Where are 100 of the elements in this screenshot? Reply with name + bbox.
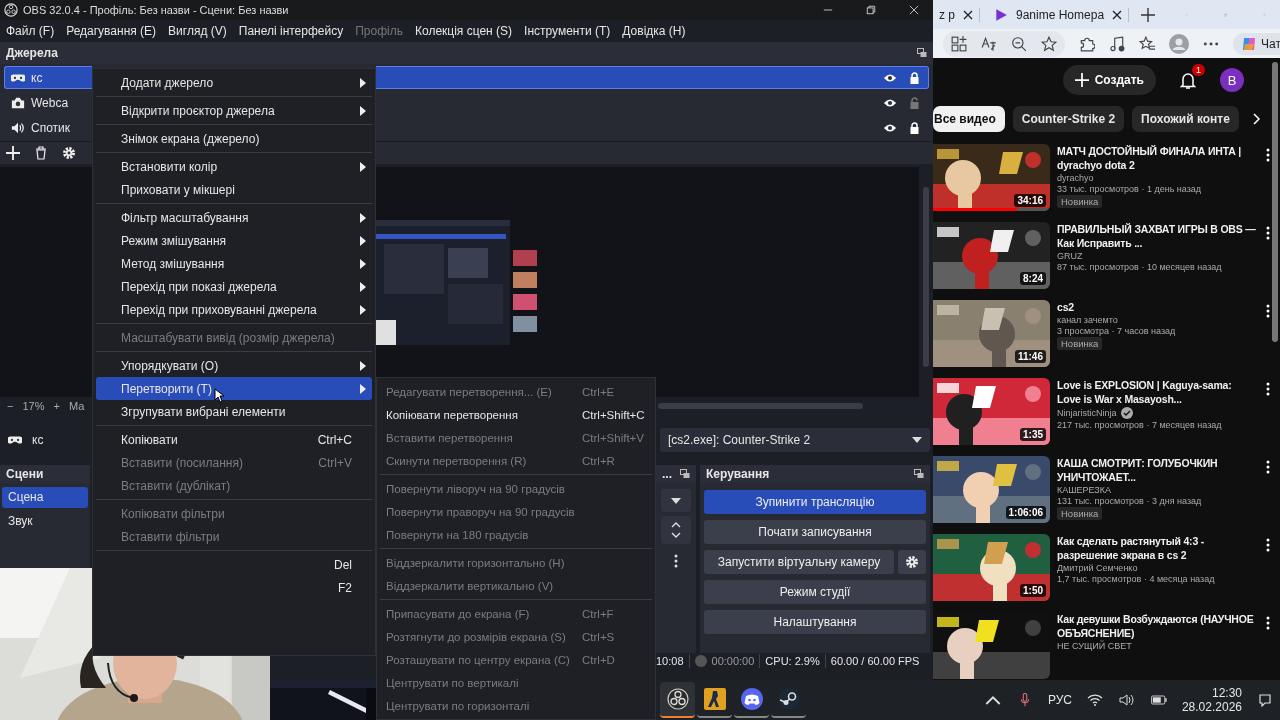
video-title[interactable]: Как сделать растянутый 4:3 - разрешение экрана в cs 2 [1057,534,1257,562]
settings-button[interactable] [898,550,926,574]
add-icon[interactable] [6,146,20,160]
zoom-in-button[interactable]: + [53,400,60,412]
unlocked-icon[interactable] [909,96,920,109]
browser-tab[interactable]: z p [933,7,980,22]
create-button[interactable]: Создать [1062,65,1156,95]
clock-date[interactable]: 28.02.2026 [1181,700,1242,714]
volume-icon[interactable] [1118,693,1135,707]
menu-item[interactable]: Метод змішування [96,252,372,275]
language-indicator[interactable]: РУС [1047,693,1072,707]
zoom-out-button[interactable]: − [7,400,14,412]
menu-item[interactable]: Упорядкувати (O) [96,354,372,377]
menu-item[interactable]: Знімок екрана (джерело) [96,127,372,150]
close-icon[interactable] [963,9,973,20]
puzzle-icon[interactable] [1079,35,1095,52]
kebab-icon[interactable] [1266,148,1270,162]
kebab-icon[interactable] [674,554,678,568]
channel-name[interactable]: НЕ СУЩИЙ СВЕТ [1057,641,1132,651]
control-button[interactable]: Режим студії [704,580,926,604]
battery-icon[interactable] [1150,693,1167,707]
video-title[interactable]: ПРАВИЛЬНЫЙ ЗАХВАТ ИГРЫ В OBS — Как Исправить ... [1057,222,1257,250]
filter-chip[interactable]: Counter-Strike 2 [1012,106,1125,132]
account-avatar[interactable]: B [1220,68,1244,92]
browser-tab[interactable]: 9anime Homepa [988,7,1130,22]
menu-item[interactable]: Згрупувати вибрані елементи [96,400,372,423]
translate-icon[interactable] [981,35,997,52]
menu-item[interactable]: Копіювати Ctrl+C [96,428,372,451]
new-tab-icon[interactable] [1141,7,1156,22]
video-title[interactable]: КАША СМОТРИТ: ГОЛУБОЧКИН УНИЧТОЖАЕТ... [1057,456,1257,484]
dropdown-button[interactable] [661,489,691,512]
notification-icon[interactable] [1257,693,1273,707]
channel-name[interactable]: Дмитрий Семченко [1057,563,1138,573]
lock-icon[interactable] [909,121,920,134]
undock-icon[interactable] [917,48,927,58]
channel-name[interactable]: канал зачемто [1057,315,1118,325]
menu-item[interactable]: Перетворити (T) [96,377,372,400]
channel-name[interactable]: NinjaristicNinja [1057,408,1117,418]
filter-chip[interactable]: Похожий конте [1132,106,1239,132]
menu-bar-item[interactable]: Вигляд (V) [168,24,227,38]
star-icon[interactable] [1041,35,1057,52]
channel-name[interactable]: GRUZ [1057,251,1083,261]
scene-item[interactable]: Звук [2,511,88,532]
control-button[interactable]: Зупинити трансляцію [704,490,926,514]
kebab-icon[interactable] [1266,226,1270,240]
kebab-icon[interactable] [1266,616,1270,630]
menu-item[interactable]: Відкрити проєктор джерела [96,99,372,122]
zoom-out-icon[interactable] [1011,35,1027,52]
menu-item[interactable]: Del [96,553,372,576]
menu-item[interactable]: Перехід при приховуванні джерела [96,298,372,321]
eye-icon[interactable] [883,122,897,133]
apps-icon[interactable] [951,35,967,52]
source-item[interactable]: Спотик [4,116,92,139]
video-title[interactable]: Love is EXPLOSION | Kaguya-sama: Love is War x Masayosh... [1057,378,1257,406]
menu-bar-item[interactable]: Панелі інтерфейсу [238,24,344,38]
video-title[interactable]: Как девушки Возбуждаются (НАУЧНОЕ ОБЪЯСНЕНИЕ) [1057,612,1257,640]
spin-buttons[interactable] [661,516,691,544]
menu-bar-item[interactable]: Редагування (E) [66,24,157,38]
gear-icon[interactable] [62,146,76,160]
source-item[interactable]: Webca [4,91,92,114]
source-item[interactable]: кс [4,66,92,89]
eye-icon[interactable] [883,97,897,108]
music-icon[interactable] [1109,35,1125,52]
channel-name[interactable]: dyrachyo [1057,173,1094,183]
kebab-icon[interactable] [1266,382,1270,396]
undock-icon[interactable] [914,469,924,479]
menu-bar-item[interactable]: Інструменти (T) [524,24,611,38]
kebab-icon[interactable] [1266,460,1270,474]
menu-item[interactable]: Фільтр масштабування [96,206,372,229]
menu-bar-item[interactable]: Довідка (H) [622,24,686,38]
menu-item[interactable]: Перехід при показі джерела [96,275,372,298]
video-title[interactable]: cs2 [1057,300,1257,314]
capture-dropdown[interactable]: [cs2.exe]: Counter-Strike 2 [660,428,930,452]
filter-chip[interactable]: Все видео [933,106,1005,132]
restore-icon[interactable] [866,5,876,15]
chat-button[interactable]: Чат [1233,32,1280,55]
video-title[interactable]: МАТЧ ДОСТОЙНЫЙ ФИНАЛА ИНТА | dyrachyo dota 2 [1057,144,1257,172]
trash-icon[interactable] [34,146,48,160]
control-button[interactable]: Запустити віртуальну камеру [704,550,894,574]
menu-bar-item[interactable]: Файл (F) [6,24,55,38]
kebab-icon[interactable] [1266,538,1270,552]
wifi-icon[interactable] [1086,693,1103,707]
undock-icon[interactable] [680,469,690,479]
menu-item[interactable]: Копіювати перетворення Ctrl+Shift+C [380,403,652,426]
menu-bar-item[interactable]: Колекція сцен (S) [415,24,513,38]
scene-item[interactable]: Сцена [2,487,88,508]
notifications-bell-icon[interactable] [1178,70,1198,90]
close-icon[interactable] [1112,9,1123,20]
eye-icon[interactable] [883,72,897,83]
control-button[interactable]: Почати записування [704,520,926,544]
channel-name[interactable]: КАШЕРЕЗКА [1057,485,1111,495]
kebab-icon[interactable] [1266,304,1270,318]
chevron-right-icon[interactable] [1252,113,1261,125]
menu-item[interactable]: Встановити колір [96,155,372,178]
favorites-icon[interactable] [1139,35,1155,52]
control-button[interactable]: Налаштування [704,610,926,634]
menu-item[interactable]: Режим змішування [96,229,372,252]
taskbar-app[interactable] [660,682,695,718]
menu-item[interactable]: Додати джерело [96,71,372,94]
lock-icon[interactable] [909,71,920,84]
